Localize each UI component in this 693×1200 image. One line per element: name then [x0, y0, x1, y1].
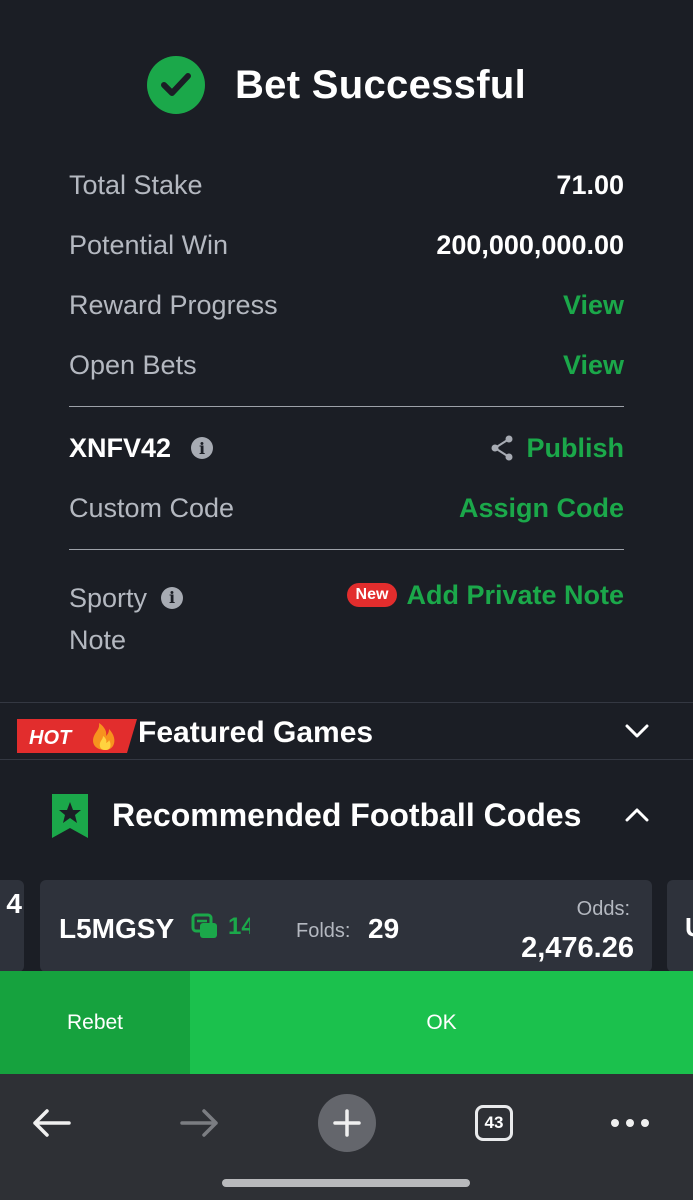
sporty-note-label: Sporty [69, 583, 148, 613]
add-private-note-label: Add Private Note [406, 579, 624, 610]
recommended-codes-title: Recommended Football Codes [112, 797, 582, 833]
hot-badge: HOT [17, 719, 137, 753]
potential-win-row: Potential Win 200,000,000.00 [69, 215, 624, 275]
add-private-note-button[interactable]: New Add Private Note [346, 579, 624, 610]
reward-progress-row: Reward Progress View [69, 275, 624, 335]
code-card-previous[interactable]: 4 [0, 880, 24, 972]
success-header: Bet Successful [0, 52, 693, 118]
action-bar: Rebet OK [0, 971, 693, 1074]
featured-games-title: Featured Games [138, 716, 374, 749]
code-cards-carousel[interactable]: 4 L5MGSY 14 Folds: 29 Odds: 2,476.26 U [0, 880, 693, 972]
card-booking-code: L5MGSY [59, 913, 175, 944]
reward-progress-label: Reward Progress [69, 289, 278, 320]
code-card-next[interactable]: U [667, 880, 693, 972]
arrow-left-icon [33, 1109, 71, 1137]
arrow-right-icon [180, 1109, 218, 1137]
new-badge: New [346, 583, 398, 607]
share-icon [491, 435, 513, 461]
folds-value: 29 [368, 913, 400, 944]
total-stake-label: Total Stake [69, 169, 203, 200]
custom-code-row: Custom Code Assign Code [69, 478, 624, 538]
potential-win-value: 200,000,000.00 [436, 229, 624, 260]
ticket-icon [191, 913, 217, 938]
featured-games-header[interactable]: HOT Featured Games [0, 702, 693, 760]
forward-button[interactable] [177, 1088, 223, 1158]
ok-button[interactable]: OK [190, 971, 693, 1074]
potential-win-label: Potential Win [69, 229, 229, 260]
bet-summary: Total Stake 71.00 Potential Win 200,000,… [69, 155, 624, 656]
total-stake-value: 71.00 [556, 169, 624, 200]
ticket-count: 14 [228, 913, 250, 940]
divider [69, 406, 624, 407]
recommended-codes-header[interactable]: Recommended Football Codes [0, 790, 693, 842]
publish-button[interactable]: Publish [490, 433, 624, 464]
divider [69, 549, 624, 550]
booking-code: XNFV42 [69, 432, 172, 463]
new-tab-button[interactable] [317, 1088, 377, 1158]
more-menu-button[interactable] [609, 1088, 651, 1158]
reward-progress-view-link[interactable]: View [563, 290, 624, 321]
info-icon[interactable]: i [161, 587, 184, 609]
sporty-note-label-line2: Note [69, 625, 127, 655]
booking-code-row: XNFV42 i Publish [69, 418, 624, 478]
total-stake-row: Total Stake 71.00 [69, 155, 624, 215]
page-title: Bet Successful [235, 62, 526, 107]
chevron-down-icon[interactable] [625, 724, 649, 738]
odds-label: Odds: [576, 898, 630, 920]
chevron-up-icon[interactable] [625, 808, 649, 822]
plus-icon [333, 1109, 361, 1137]
folds-label: Folds: [296, 920, 351, 942]
rebet-button[interactable]: Rebet [0, 971, 190, 1074]
tab-count: 43 [475, 1105, 513, 1141]
publish-label: Publish [526, 432, 624, 463]
custom-code-label: Custom Code [69, 492, 235, 523]
home-indicator[interactable] [222, 1179, 470, 1187]
sporty-note-row: Sporty i Note New Add Private Note [69, 561, 624, 656]
back-button[interactable] [28, 1088, 74, 1158]
info-icon[interactable]: i [191, 437, 214, 459]
open-bets-row: Open Bets View [69, 335, 624, 395]
tabs-button[interactable]: 43 [474, 1088, 514, 1158]
open-bets-view-link[interactable]: View [563, 350, 624, 381]
odds-value: 2,476.26 [521, 932, 634, 964]
more-dots-icon [611, 1119, 649, 1127]
browser-nav-bar: 43 [0, 1074, 693, 1200]
bookmark-star-icon [52, 794, 88, 838]
svg-text:HOT: HOT [29, 727, 73, 749]
open-bets-label: Open Bets [69, 349, 197, 380]
check-circle-icon [147, 56, 205, 114]
code-card[interactable]: L5MGSY 14 Folds: 29 Odds: 2,476.26 [40, 880, 652, 972]
assign-code-button[interactable]: Assign Code [459, 493, 624, 524]
